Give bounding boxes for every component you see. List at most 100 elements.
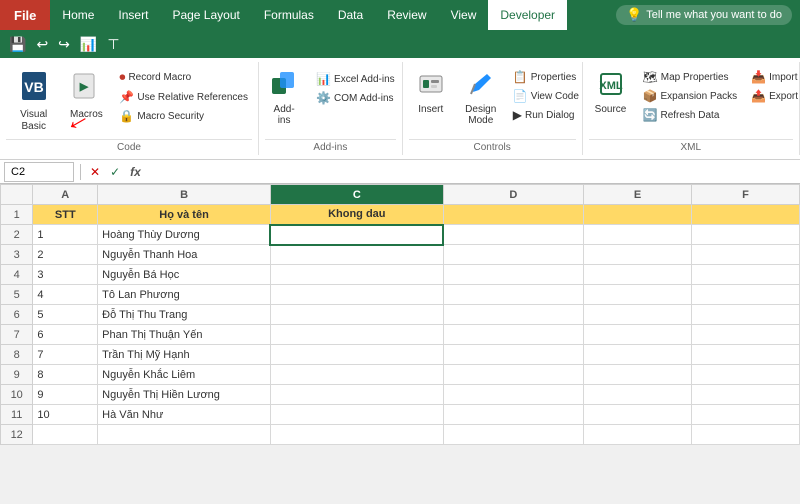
- cell-c9[interactable]: [270, 365, 443, 385]
- export-button[interactable]: 📤 Export: [747, 87, 800, 105]
- cell-b4[interactable]: Nguyễn Bá Học: [98, 265, 271, 285]
- cell-e5[interactable]: [584, 285, 692, 305]
- confirm-formula-button[interactable]: ✓: [107, 164, 123, 180]
- col-header-e[interactable]: E: [584, 185, 692, 205]
- tab-home[interactable]: Home: [50, 0, 106, 30]
- cell-e7[interactable]: [584, 325, 692, 345]
- tab-view[interactable]: View: [439, 0, 489, 30]
- cell-b5[interactable]: Tô Lan Phương: [98, 285, 271, 305]
- com-add-ins-button[interactable]: ⚙️ COM Add-ins: [312, 89, 399, 107]
- tab-data[interactable]: Data: [326, 0, 375, 30]
- redo-button[interactable]: ↪: [55, 34, 73, 55]
- formula-input[interactable]: [148, 165, 796, 179]
- cell-b2[interactable]: Hoàng Thùy Dương: [98, 225, 271, 245]
- cell-e6[interactable]: [584, 305, 692, 325]
- cell-f9[interactable]: [692, 365, 800, 385]
- cell-a4[interactable]: 3: [33, 265, 98, 285]
- cell-d1[interactable]: [443, 205, 583, 225]
- cell-f7[interactable]: [692, 325, 800, 345]
- cell-d10[interactable]: [443, 385, 583, 405]
- cell-c10[interactable]: [270, 385, 443, 405]
- cell-b6[interactable]: Đỗ Thị Thu Trang: [98, 305, 271, 325]
- cell-c4[interactable]: [270, 265, 443, 285]
- cell-a9[interactable]: 8: [33, 365, 98, 385]
- cell-a7[interactable]: 6: [33, 325, 98, 345]
- design-mode-button[interactable]: DesignMode: [459, 66, 503, 130]
- cell-f4[interactable]: [692, 265, 800, 285]
- view-code-button[interactable]: 📄 View Code: [509, 87, 583, 105]
- cell-d11[interactable]: [443, 405, 583, 425]
- cell-c5[interactable]: [270, 285, 443, 305]
- cell-d12[interactable]: [443, 425, 583, 445]
- col-header-d[interactable]: D: [443, 185, 583, 205]
- cell-c3[interactable]: [270, 245, 443, 265]
- cell-c6[interactable]: [270, 305, 443, 325]
- cell-f1[interactable]: [692, 205, 800, 225]
- cell-e2[interactable]: [584, 225, 692, 245]
- cell-e9[interactable]: [584, 365, 692, 385]
- cell-d5[interactable]: [443, 285, 583, 305]
- refresh-data-button[interactable]: 🔄 Refresh Data: [639, 106, 742, 124]
- tab-formulas[interactable]: Formulas: [252, 0, 326, 30]
- map-properties-button[interactable]: 🗺 Map Properties: [639, 68, 742, 86]
- tab-insert[interactable]: Insert: [106, 0, 160, 30]
- cell-c1[interactable]: Khong dau: [270, 205, 443, 225]
- cell-e8[interactable]: [584, 345, 692, 365]
- undo-button[interactable]: ↩: [33, 34, 51, 55]
- insert-control-button[interactable]: Insert: [409, 66, 453, 119]
- cell-a2[interactable]: 1: [33, 225, 98, 245]
- cell-f3[interactable]: [692, 245, 800, 265]
- col-header-c[interactable]: C: [270, 185, 443, 205]
- tab-page-layout[interactable]: Page Layout: [160, 0, 251, 30]
- cell-a6[interactable]: 5: [33, 305, 98, 325]
- cell-f5[interactable]: [692, 285, 800, 305]
- record-macro-button[interactable]: ⏺ Record Macro: [115, 68, 252, 87]
- tab-review[interactable]: Review: [375, 0, 438, 30]
- cell-d6[interactable]: [443, 305, 583, 325]
- cell-b1[interactable]: Họ và tên: [98, 205, 271, 225]
- cell-f2[interactable]: [692, 225, 800, 245]
- tab-developer[interactable]: Developer: [488, 0, 567, 30]
- cell-d8[interactable]: [443, 345, 583, 365]
- cell-e12[interactable]: [584, 425, 692, 445]
- properties-button[interactable]: 📋 Properties: [509, 68, 583, 86]
- cell-a1[interactable]: STT: [33, 205, 98, 225]
- cell-c7[interactable]: [270, 325, 443, 345]
- cell-d7[interactable]: [443, 325, 583, 345]
- macros-button[interactable]: ▶ Macros: [65, 66, 107, 124]
- cell-d2[interactable]: [443, 225, 583, 245]
- cell-c11[interactable]: [270, 405, 443, 425]
- cell-c12[interactable]: [270, 425, 443, 445]
- cell-b7[interactable]: Phan Thị Thuận Yến: [98, 325, 271, 345]
- cell-d9[interactable]: [443, 365, 583, 385]
- cell-e1[interactable]: [584, 205, 692, 225]
- cell-a10[interactable]: 9: [33, 385, 98, 405]
- chart-button[interactable]: 📊: [77, 34, 100, 55]
- filter-button[interactable]: ⊤: [104, 34, 122, 55]
- run-dialog-button[interactable]: ▶ Run Dialog: [509, 106, 583, 124]
- cell-b8[interactable]: Trần Thị Mỹ Hạnh: [98, 345, 271, 365]
- cell-d4[interactable]: [443, 265, 583, 285]
- cell-d3[interactable]: [443, 245, 583, 265]
- import-button[interactable]: 📥 Import: [747, 68, 800, 86]
- visual-basic-button[interactable]: VB Visual Basic: [6, 66, 61, 137]
- cell-b11[interactable]: Hà Văn Như: [98, 405, 271, 425]
- cell-b12[interactable]: [98, 425, 271, 445]
- col-header-f[interactable]: F: [692, 185, 800, 205]
- cell-f12[interactable]: [692, 425, 800, 445]
- cell-e11[interactable]: [584, 405, 692, 425]
- col-header-b[interactable]: B: [98, 185, 271, 205]
- cell-c8[interactable]: [270, 345, 443, 365]
- cell-e4[interactable]: [584, 265, 692, 285]
- insert-function-button[interactable]: fx: [127, 164, 144, 180]
- add-ins-button[interactable]: Add-ins: [262, 66, 306, 130]
- cell-b3[interactable]: Nguyễn Thanh Hoa: [98, 245, 271, 265]
- cell-a12[interactable]: [33, 425, 98, 445]
- expansion-packs-button[interactable]: 📦 Expansion Packs: [639, 87, 742, 105]
- save-button[interactable]: 💾: [6, 34, 29, 55]
- tab-file[interactable]: File: [0, 0, 50, 30]
- cell-b10[interactable]: Nguyễn Thị Hiền Lương: [98, 385, 271, 405]
- col-header-a[interactable]: A: [33, 185, 98, 205]
- cell-a11[interactable]: 10: [33, 405, 98, 425]
- tell-me-bar[interactable]: 💡 Tell me what you want to do: [616, 5, 792, 25]
